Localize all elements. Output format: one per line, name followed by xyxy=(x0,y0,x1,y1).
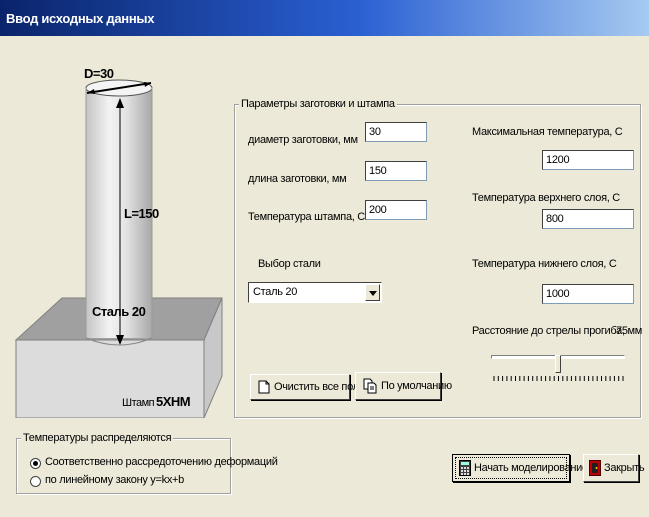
billet-drawing xyxy=(14,79,223,418)
length-label: L=150 xyxy=(124,206,159,221)
billet-illustration: D=30 L=150 Сталь 20 Штамп 5ХНМ xyxy=(14,58,224,418)
bottom-temp-label: Температура нижнего слоя, С xyxy=(472,258,617,270)
linear-law-radio-label[interactable]: по линейному закону y=kx+b xyxy=(45,474,184,486)
deformation-radio[interactable] xyxy=(30,458,41,469)
input-data-window: Ввод исходных данных D=30 L=150 Сталь 20… xyxy=(0,0,649,517)
steel-select-label: Выбор стали xyxy=(258,258,321,270)
max-temp-label: Максимальная температура, С xyxy=(472,126,623,138)
steel-select[interactable]: Сталь 20 xyxy=(248,282,382,303)
top-temp-input[interactable] xyxy=(542,209,634,229)
stamp-temp-label: Температура штампа, С xyxy=(248,211,365,223)
start-modeling-button[interactable]: Начать моделирование xyxy=(452,454,588,482)
clear-all-button[interactable]: Очистить все поля xyxy=(250,374,365,400)
distance-value: 75 xyxy=(616,325,628,337)
steel-label: Сталь 20 xyxy=(92,304,146,319)
clear-all-label: Очистить все поля xyxy=(274,381,365,393)
deformation-radio-label[interactable]: Соответственно рассредоточению деформаци… xyxy=(45,456,278,468)
distance-slider-ticks xyxy=(493,376,624,381)
exit-door-icon xyxy=(589,460,601,476)
distance-slider-thumb[interactable] xyxy=(555,355,561,373)
steel-select-value: Сталь 20 xyxy=(253,286,298,298)
diameter-label: D=30 xyxy=(84,66,114,81)
new-document-icon xyxy=(258,380,270,394)
stamp-label: Штамп xyxy=(122,397,155,409)
bottom-temp-input[interactable] xyxy=(542,284,634,304)
max-temp-input[interactable] xyxy=(542,150,634,170)
start-modeling-label: Начать моделирование xyxy=(474,462,588,474)
top-temp-label: Температура верхнего слоя, С xyxy=(472,192,620,204)
params-group-title: Параметры заготовки и штампа xyxy=(239,98,397,110)
close-label: Закрыть xyxy=(604,462,645,474)
linear-law-radio[interactable] xyxy=(30,476,41,487)
close-button[interactable]: Закрыть xyxy=(583,454,645,482)
window-title: Ввод исходных данных xyxy=(6,11,155,26)
distribution-group-title: Температуры распределяются xyxy=(21,432,174,444)
dropdown-arrow-icon[interactable] xyxy=(365,284,380,301)
length-input[interactable] xyxy=(365,161,427,181)
length-label-text: длина заготовки, мм xyxy=(248,173,347,185)
diameter-input[interactable] xyxy=(365,122,427,142)
title-bar[interactable]: Ввод исходных данных xyxy=(0,0,649,36)
stamp-material-label: 5ХНМ xyxy=(156,394,191,409)
calculator-icon xyxy=(459,460,471,476)
stamp-temp-input[interactable] xyxy=(365,200,427,220)
default-values-label: По умолчанию xyxy=(381,380,452,392)
diameter-label-text: диаметр заготовки, мм xyxy=(248,134,358,146)
copy-document-icon xyxy=(363,378,377,394)
default-values-button[interactable]: По умолчанию xyxy=(355,372,452,400)
